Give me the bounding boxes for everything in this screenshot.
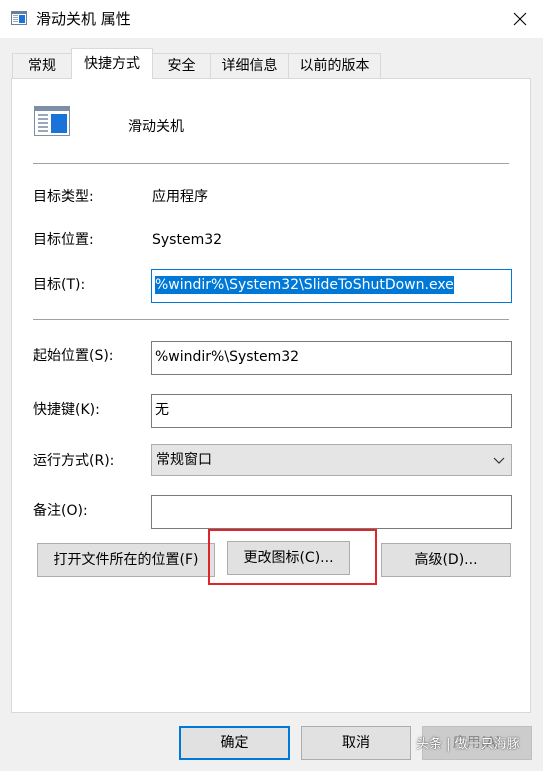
tab-previous-versions[interactable]: 以前的版本 xyxy=(288,53,381,78)
change-icon-button[interactable]: 更改图标(C)... xyxy=(227,541,350,575)
cancel-button[interactable]: 取消 xyxy=(301,726,411,760)
watermark-text: 头条 | 做一只海豚 xyxy=(416,737,520,752)
hotkey-input[interactable]: 无 xyxy=(151,394,512,428)
target-type-value: 应用程序 xyxy=(152,189,208,205)
ok-button[interactable]: 确定 xyxy=(179,726,290,760)
shortcut-window-icon xyxy=(11,11,27,25)
start-in-input-text: %windir%\System32 xyxy=(155,349,300,365)
tab-shortcut[interactable]: 快捷方式 xyxy=(71,48,153,79)
target-location-label: 目标位置: xyxy=(33,232,94,248)
hotkey-input-text: 无 xyxy=(155,402,169,418)
open-file-location-button[interactable]: 打开文件所在的位置(F) xyxy=(37,543,215,577)
hotkey-label: 快捷键(K): xyxy=(33,402,100,418)
run-select[interactable]: 常规窗口 xyxy=(151,444,512,476)
tab-security[interactable]: 安全 xyxy=(152,53,211,78)
separator xyxy=(33,319,509,320)
run-select-value: 常规窗口 xyxy=(156,452,212,468)
start-in-input[interactable]: %windir%\System32 xyxy=(151,341,512,375)
window-title: 滑动关机 属性 xyxy=(36,10,131,28)
shortcut-name: 滑动关机 xyxy=(128,119,184,135)
properties-window: 滑动关机 属性 常规 快捷方式 安全 详细信息 以前的版本 滑动关机 目标类型: xyxy=(0,0,543,771)
target-input-text: %windir%\System32\SlideToShutDown.exe xyxy=(155,276,454,294)
start-in-label: 起始位置(S): xyxy=(33,348,114,364)
advanced-button[interactable]: 高级(D)... xyxy=(381,543,511,577)
shortcut-panel: 滑动关机 目标类型: 应用程序 目标位置: System32 目标(T): %w… xyxy=(11,78,531,713)
target-location-value: System32 xyxy=(152,232,223,248)
run-label: 运行方式(R): xyxy=(33,453,115,469)
app-window-icon xyxy=(34,106,70,136)
title-bar[interactable]: 滑动关机 属性 xyxy=(0,0,543,38)
chevron-down-icon xyxy=(493,457,505,464)
tab-details[interactable]: 详细信息 xyxy=(210,53,289,78)
target-input[interactable]: %windir%\System32\SlideToShutDown.exe xyxy=(151,269,512,303)
comment-label: 备注(O): xyxy=(33,503,88,519)
comment-input[interactable] xyxy=(151,495,512,529)
target-label: 目标(T): xyxy=(33,277,86,293)
target-type-label: 目标类型: xyxy=(33,189,94,205)
tab-general[interactable]: 常规 xyxy=(12,53,72,78)
separator xyxy=(33,163,509,164)
close-button[interactable] xyxy=(497,0,543,38)
close-icon xyxy=(513,12,527,26)
